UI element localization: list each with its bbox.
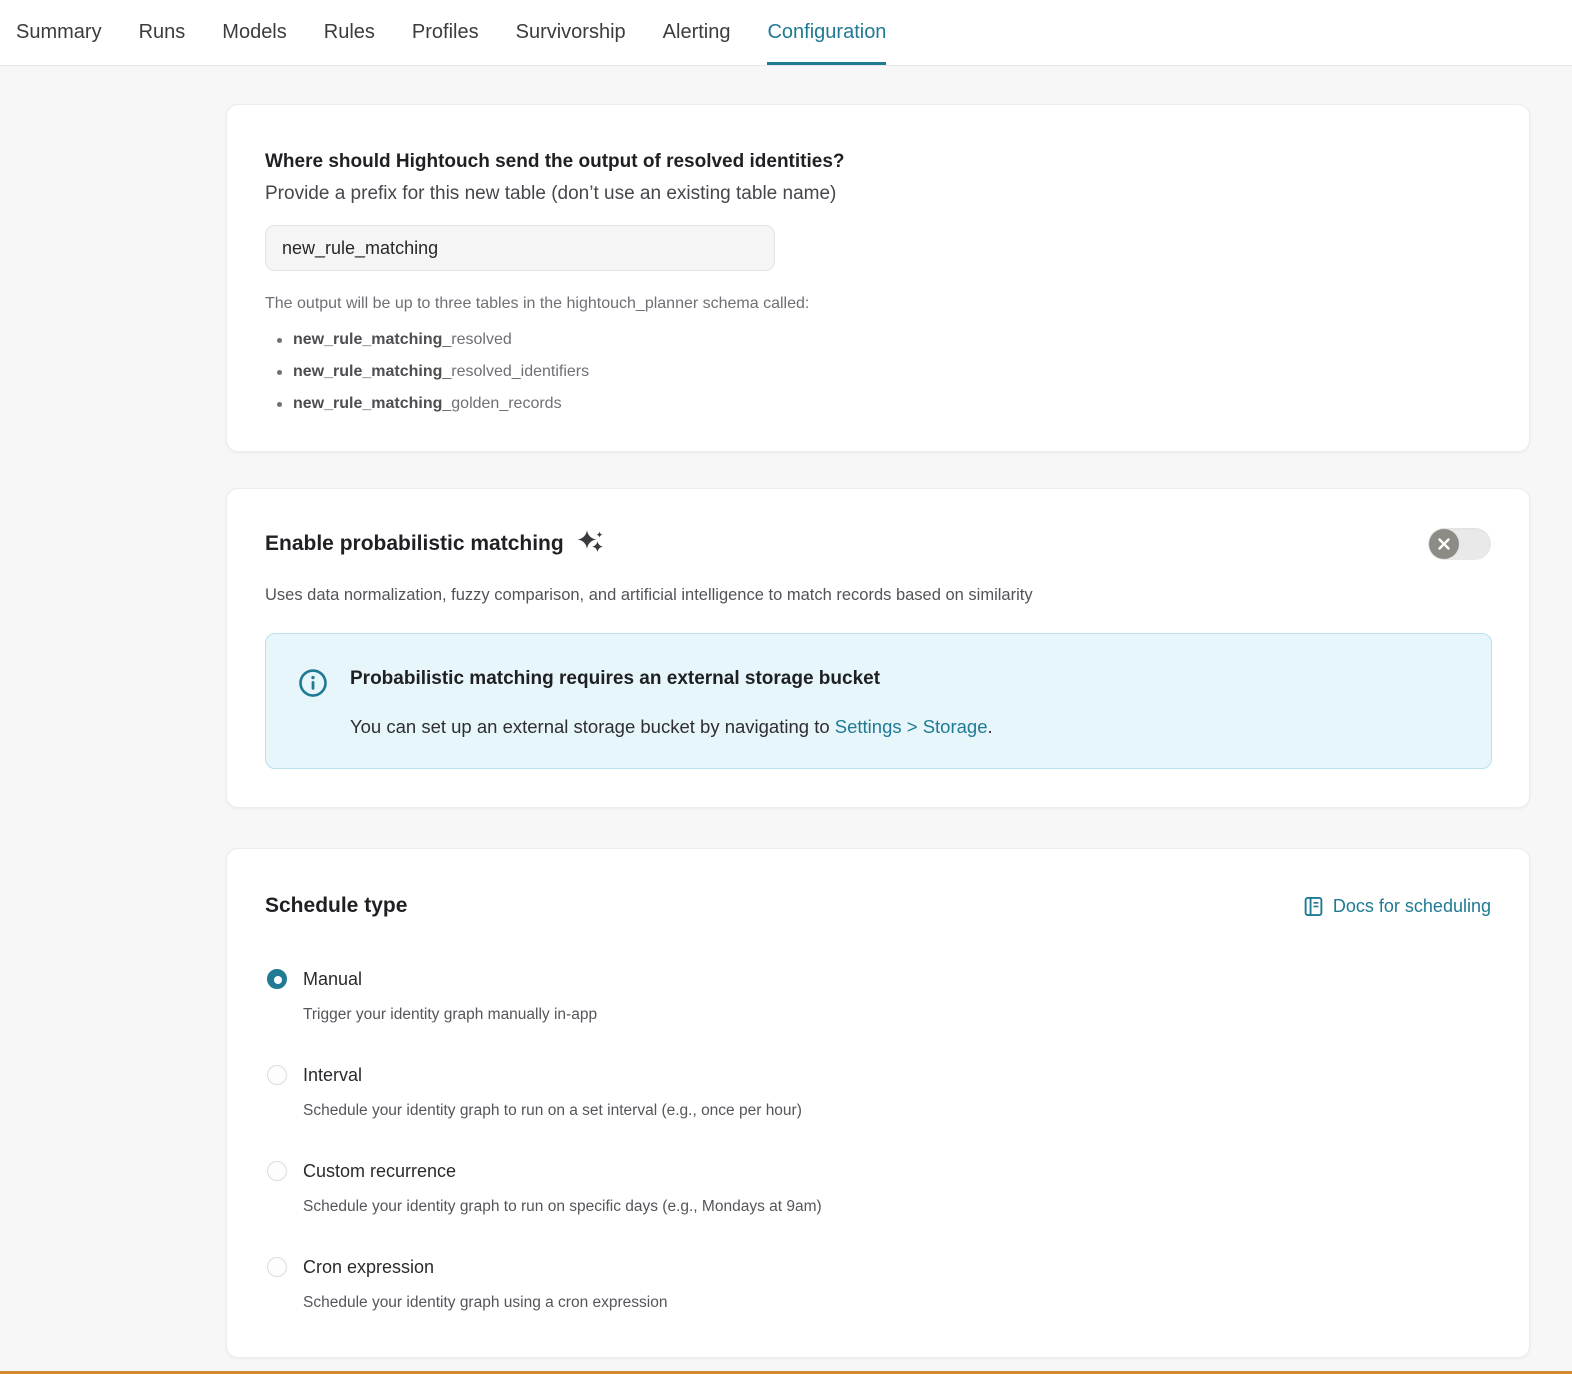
tab-runs[interactable]: Runs [139,0,186,65]
toggle-off-knob [1429,528,1459,559]
tab-profiles[interactable]: Profiles [412,0,479,65]
list-item: new_rule_matching_resolved [265,329,1491,351]
schedule-options: Manual Trigger your identity graph manua… [265,965,1491,1315]
schedule-option-custom-recurrence: Custom recurrence Schedule your identity… [265,1157,1491,1219]
info-icon [298,668,328,703]
x-icon [1438,537,1450,550]
option-label[interactable]: Custom recurrence [303,1157,1491,1185]
docs-for-scheduling-link[interactable]: Docs for scheduling [1303,896,1491,917]
sparkles-icon [576,527,606,562]
tab-rules[interactable]: Rules [324,0,375,65]
probabilistic-matching-toggle[interactable] [1428,527,1491,560]
list-item: new_rule_matching_resolved_identifiers [265,361,1491,383]
tab-alerting[interactable]: Alerting [663,0,731,65]
probabilistic-matching-card: Enable probabilistic matching Uses data … [226,488,1530,808]
output-card-title: Where should Hightouch send the output o… [265,151,845,172]
option-description: Trigger your identity graph manually in-… [303,1006,598,1023]
table-prefix-input[interactable] [265,225,775,271]
tab-models[interactable]: Models [222,0,286,65]
probabilistic-description: Uses data normalization, fuzzy compariso… [265,586,1033,604]
output-help-text: The output will be up to three tables in… [265,295,810,312]
schedule-option-manual: Manual Trigger your identity graph manua… [265,965,1491,1027]
option-description: Schedule your identity graph to run on s… [303,1198,822,1215]
tab-configuration[interactable]: Configuration [767,0,887,65]
tab-survivorship[interactable]: Survivorship [516,0,626,65]
schedule-card-title: Schedule type [265,894,408,917]
probabilistic-card-title: Enable probabilistic matching [265,531,564,555]
option-label[interactable]: Interval [303,1061,1491,1089]
alert-body: You can set up an external storage bucke… [350,716,993,737]
tab-summary[interactable]: Summary [16,0,102,65]
schedule-option-cron-expression: Cron expression Schedule your identity g… [265,1253,1491,1315]
output-card-subtitle: Provide a prefix for this new table (don… [265,183,837,204]
schedule-option-interval: Interval Schedule your identity graph to… [265,1061,1491,1123]
radio-cron-expression[interactable] [267,1257,287,1277]
option-label[interactable]: Cron expression [303,1253,1491,1281]
option-label[interactable]: Manual [303,965,1491,993]
book-icon [1304,896,1323,916]
option-description: Schedule your identity graph to run on a… [303,1102,802,1119]
storage-required-alert: Probabilistic matching requires an exter… [265,633,1492,769]
settings-storage-link[interactable]: Settings > Storage [835,716,988,737]
radio-custom-recurrence[interactable] [267,1161,287,1181]
option-description: Schedule your identity graph using a cro… [303,1294,668,1311]
list-item: new_rule_matching_golden_records [265,393,1491,415]
schedule-type-card: Schedule type Docs for scheduling Manual… [226,848,1530,1358]
alert-title: Probabilistic matching requires an exter… [350,668,881,689]
output-tables-list: new_rule_matching_resolved new_rule_matc… [265,329,1491,415]
tab-bar: Summary Runs Models Rules Profiles Survi… [0,0,1572,66]
output-destination-card: Where should Hightouch send the output o… [226,104,1530,452]
radio-manual[interactable] [267,969,287,989]
radio-interval[interactable] [267,1065,287,1085]
